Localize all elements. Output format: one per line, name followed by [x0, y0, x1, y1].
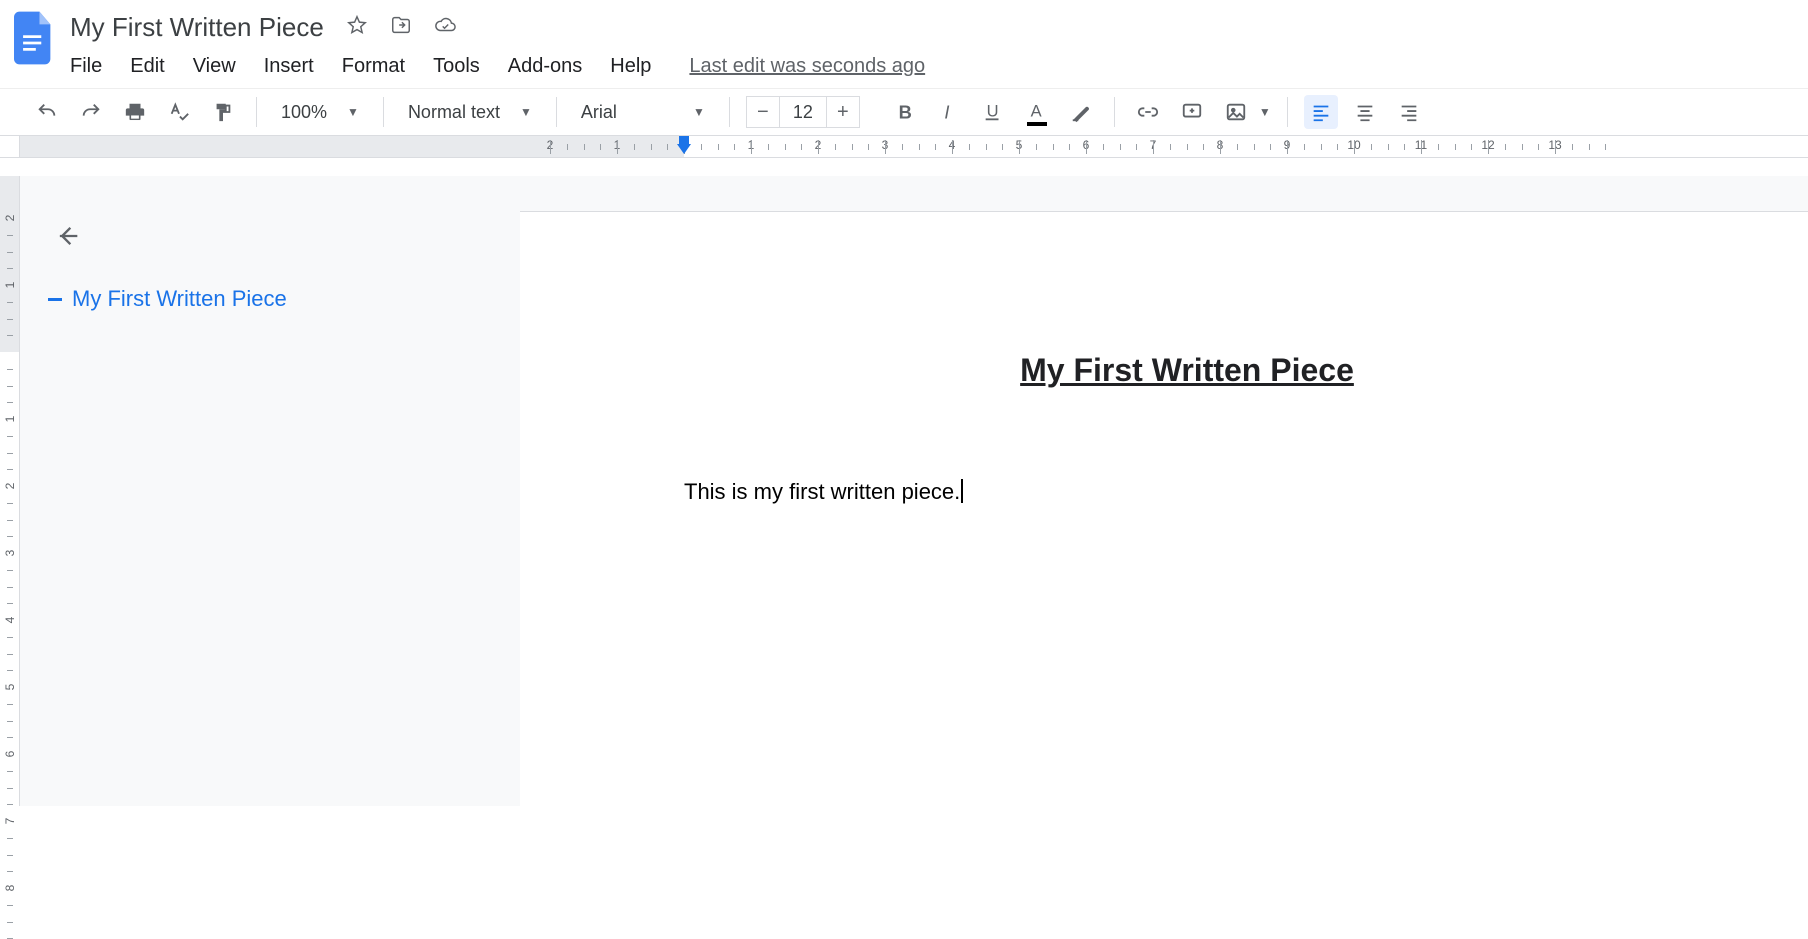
outline-item-label: My First Written Piece [72, 286, 287, 312]
menu-format[interactable]: Format [342, 55, 405, 78]
horizontal-ruler-container: 2112345678910111213 [0, 136, 1808, 158]
app-header: My First Written Piece File Edit View In… [0, 0, 1808, 88]
redo-button[interactable] [74, 95, 108, 129]
text-color-button[interactable]: A [1020, 95, 1054, 129]
menu-bar: File Edit View Insert Format Tools Add-o… [68, 45, 927, 88]
cloud-status-icon[interactable] [434, 14, 456, 41]
insert-comment-button[interactable] [1175, 95, 1209, 129]
text-cursor [961, 479, 963, 503]
title-area: My First Written Piece File Edit View In… [68, 8, 927, 88]
insert-link-button[interactable] [1131, 95, 1165, 129]
document-title[interactable]: My First Written Piece [68, 10, 326, 45]
move-to-folder-icon[interactable] [390, 14, 412, 41]
toolbar-separator [729, 97, 730, 127]
undo-button[interactable] [30, 95, 64, 129]
svg-text:A: A [1030, 103, 1041, 121]
chevron-down-icon[interactable]: ▼ [1259, 105, 1271, 119]
highlight-color-button[interactable] [1064, 95, 1098, 129]
font-size-control: − 12 + [746, 96, 860, 128]
toolbar-separator [383, 97, 384, 127]
outline-item[interactable]: My First Written Piece [48, 286, 496, 312]
zoom-dropdown[interactable]: 100% ▼ [273, 102, 367, 123]
horizontal-ruler[interactable]: 2112345678910111213 [20, 136, 1808, 157]
zoom-value: 100% [281, 102, 327, 123]
outline-pane: My First Written Piece [20, 176, 520, 806]
paragraph-style-dropdown[interactable]: Normal text ▼ [400, 102, 540, 123]
paragraph-style-value: Normal text [408, 102, 500, 123]
italic-button[interactable]: I [932, 95, 966, 129]
font-family-value: Arial [581, 102, 617, 123]
document-page[interactable]: My First Written Piece This is my first … [520, 212, 1808, 806]
decrease-font-size-button[interactable]: − [747, 97, 779, 127]
docs-app-icon[interactable] [12, 8, 56, 68]
toolbar-separator [1287, 97, 1288, 127]
toolbar-container: 100% ▼ Normal text ▼ Arial ▼ − 12 + B I … [0, 88, 1808, 136]
align-center-button[interactable] [1348, 95, 1382, 129]
document-paragraph[interactable]: This is my first written piece. [684, 479, 1690, 505]
chevron-down-icon: ▼ [347, 105, 359, 119]
align-left-button[interactable] [1304, 95, 1338, 129]
outline-marker-icon [48, 298, 62, 301]
font-family-dropdown[interactable]: Arial ▼ [573, 102, 713, 123]
outline-back-button[interactable] [48, 216, 88, 256]
toolbar-separator [1114, 97, 1115, 127]
svg-text:B: B [898, 101, 911, 122]
text-color-swatch [1027, 122, 1047, 126]
svg-text:I: I [944, 101, 949, 122]
menu-view[interactable]: View [193, 55, 236, 78]
align-right-button[interactable] [1392, 95, 1426, 129]
document-heading[interactable]: My First Written Piece [684, 352, 1690, 389]
toolbar-separator [256, 97, 257, 127]
menu-insert[interactable]: Insert [264, 55, 314, 78]
chevron-down-icon: ▼ [520, 105, 532, 119]
font-size-input[interactable]: 12 [779, 97, 827, 127]
chevron-down-icon: ▼ [693, 105, 705, 119]
menu-edit[interactable]: Edit [130, 55, 164, 78]
print-button[interactable] [118, 95, 152, 129]
underline-button[interactable]: U [976, 95, 1010, 129]
workspace: 2112345678 My First Written Piece My Fir… [0, 176, 1808, 806]
paragraph-text: This is my first written piece. [684, 479, 960, 504]
svg-text:U: U [986, 103, 998, 121]
increase-font-size-button[interactable]: + [827, 97, 859, 127]
menu-file[interactable]: File [70, 55, 102, 78]
toolbar: 100% ▼ Normal text ▼ Arial ▼ − 12 + B I … [0, 88, 1808, 135]
toolbar-separator [556, 97, 557, 127]
page-canvas[interactable]: My First Written Piece This is my first … [520, 176, 1808, 806]
vertical-ruler[interactable]: 2112345678 [0, 176, 20, 806]
menu-tools[interactable]: Tools [433, 55, 480, 78]
spellcheck-button[interactable] [162, 95, 196, 129]
menu-help[interactable]: Help [610, 55, 651, 78]
menu-add-ons[interactable]: Add-ons [508, 55, 583, 78]
bold-button[interactable]: B [888, 95, 922, 129]
paint-format-button[interactable] [206, 95, 240, 129]
insert-image-button[interactable] [1219, 95, 1253, 129]
last-edit-link[interactable]: Last edit was seconds ago [689, 55, 925, 78]
star-icon[interactable] [346, 14, 368, 41]
